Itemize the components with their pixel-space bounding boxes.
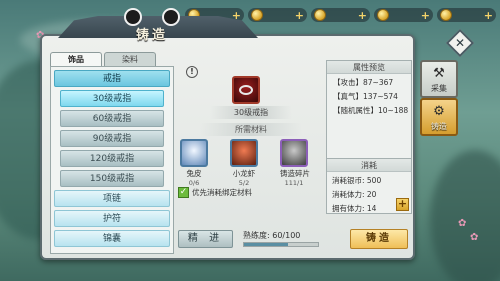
checkbox-label: 优先消耗绑定材料 xyxy=(192,188,252,197)
page-title: 铸造 xyxy=(118,8,186,44)
list-item-ring-30[interactable]: 30级戒指 xyxy=(60,90,164,107)
cost-header: 消耗 xyxy=(327,159,411,172)
background-rock xyxy=(430,150,500,281)
list-item-ring-60[interactable]: 60级戒指 xyxy=(60,110,164,127)
currency-slot[interactable]: + xyxy=(437,8,496,22)
category-tabs: 饰品 染料 xyxy=(50,52,156,66)
side-tab-label: 采集 xyxy=(431,84,447,93)
page-title-text: 铸造 xyxy=(135,27,168,43)
ornament-icon xyxy=(162,8,180,26)
tab-dyes[interactable]: 染料 xyxy=(104,52,156,66)
proficiency-label: 熟练度: 60/100 xyxy=(243,231,301,240)
currency-ingot-icon xyxy=(251,9,263,21)
material-count: 0/6 xyxy=(188,179,200,187)
checkmark-icon: ✓ xyxy=(178,187,189,198)
currency-token-icon xyxy=(314,9,326,21)
proficiency-fill xyxy=(244,243,289,246)
ornament-icon xyxy=(124,8,142,26)
currency-slot[interactable]: + xyxy=(248,8,307,22)
stat-line: 【真气】137~574 xyxy=(333,92,398,101)
ring-icon xyxy=(239,85,253,95)
add-currency-button[interactable]: + xyxy=(295,10,304,21)
currency-slot[interactable]: + xyxy=(311,8,370,22)
stat-line: 【随机属性】10~188 xyxy=(333,106,409,115)
crossed-tools-icon: ⚒ xyxy=(433,66,445,81)
material-slot[interactable]: 铸造碎片 111/1 xyxy=(280,139,310,187)
close-icon: ✕ xyxy=(454,36,466,50)
currency-gem-icon xyxy=(377,9,389,21)
list-item-ring-150[interactable]: 150级戒指 xyxy=(60,170,164,187)
close-button[interactable]: ✕ xyxy=(445,28,475,58)
material-slot[interactable]: 小龙虾 5/2 xyxy=(230,139,258,187)
add-currency-button[interactable]: + xyxy=(421,10,430,21)
side-tab-gather[interactable]: ⚒ 采集 xyxy=(420,60,458,98)
tab-accessories[interactable]: 饰品 xyxy=(50,52,102,66)
blossom-decoration: ✿ xyxy=(470,232,479,243)
blossom-decoration: ✿ xyxy=(458,218,467,229)
currency-slot[interactable]: + xyxy=(374,8,433,22)
material-count: 111/1 xyxy=(284,179,304,187)
material-name: 小龙虾 xyxy=(232,169,256,178)
forge-icon: ⚙ xyxy=(433,104,445,119)
add-stamina-button[interactable]: + xyxy=(396,198,409,211)
attribute-preview-header: 属性预览 xyxy=(327,61,411,74)
recipe-list[interactable]: 戒指 30级戒指 60级戒指 90级戒指 120级戒指 150级戒指 项链 护符… xyxy=(50,66,174,254)
add-currency-button[interactable]: + xyxy=(358,10,367,21)
list-item-pouch[interactable]: 锦囊 xyxy=(54,230,170,247)
list-item-ring-90[interactable]: 90级戒指 xyxy=(60,130,164,147)
stat-line: 【攻击】87~367 xyxy=(333,78,394,87)
rabbit-fur-icon xyxy=(180,139,208,167)
bind-material-checkbox[interactable]: ✓ 优先消耗绑定材料 xyxy=(178,187,252,198)
product-slot[interactable] xyxy=(232,76,260,104)
recipe-detail: ! 30级戒指 所需材料 兔皮 0/6 小龙虾 5/2 铸造碎片 111/1 ✓… xyxy=(178,66,323,254)
forge-fragment-icon xyxy=(280,139,308,167)
material-slot[interactable]: 兔皮 0/6 xyxy=(180,139,208,187)
refine-button[interactable]: 精 进 xyxy=(178,230,233,248)
list-item-amulet[interactable]: 护符 xyxy=(54,210,170,227)
cost-line: 消耗银币: 500 xyxy=(332,176,382,185)
side-tab-forge[interactable]: ⚙ 铸造 xyxy=(420,98,458,136)
materials-title: 所需材料 xyxy=(200,123,302,136)
add-currency-button[interactable]: + xyxy=(484,10,493,21)
info-icon[interactable]: ! xyxy=(186,66,198,78)
material-name: 兔皮 xyxy=(186,169,202,178)
product-name: 30级戒指 xyxy=(210,106,292,119)
side-tab-label: 铸造 xyxy=(431,122,447,131)
material-name: 铸造碎片 xyxy=(280,169,310,178)
crayfish-icon xyxy=(230,139,258,167)
currency-gold-icon xyxy=(440,9,452,21)
list-item-necklace[interactable]: 项链 xyxy=(54,190,170,207)
attribute-preview: 属性预览 【攻击】87~367 【真气】137~574 【随机属性】10~188 xyxy=(326,60,412,160)
material-count: 5/2 xyxy=(238,179,250,187)
list-item-ring-120[interactable]: 120级戒指 xyxy=(60,150,164,167)
list-item-rings[interactable]: 戒指 xyxy=(54,70,170,87)
proficiency-bar xyxy=(243,242,319,247)
forge-button[interactable]: 铸造 xyxy=(350,229,408,249)
